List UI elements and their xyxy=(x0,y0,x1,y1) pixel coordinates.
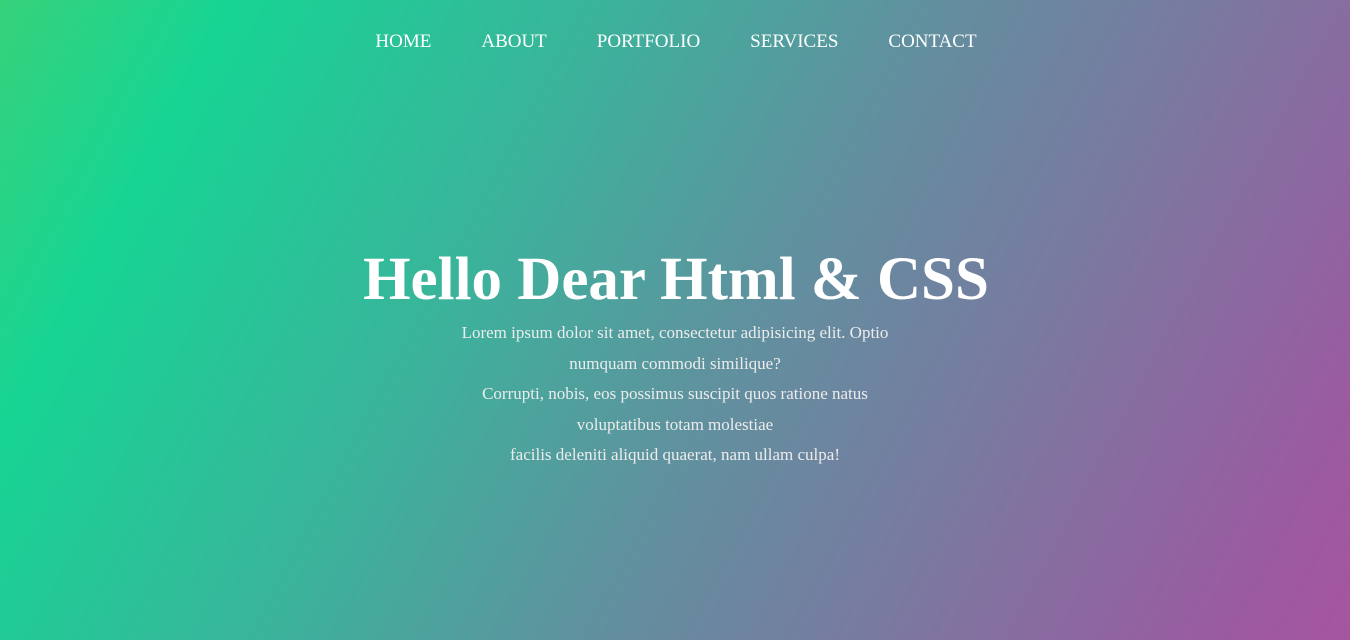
nav-item-services[interactable]: SERVICES xyxy=(750,31,838,53)
hero-description-line: Corrupti, nobis, eos possimus suscipit q… xyxy=(482,384,868,403)
nav-item-contact[interactable]: CONTACT xyxy=(888,31,976,53)
hero-description-line: voluptatibus totam molestiae xyxy=(576,414,774,434)
hero-title: Hello Dear Html & CSS xyxy=(363,246,989,313)
nav-item-portfolio[interactable]: PORTFOLIO xyxy=(597,31,700,53)
hero-description-line: Lorem ipsum dolor sit amet, consectetur … xyxy=(461,323,889,342)
nav-item-home[interactable]: HOME xyxy=(375,31,431,53)
nav-item-about[interactable]: ABOUT xyxy=(481,31,546,53)
hero-section: Hello Dear Html & CSS Lorem ipsum dolor … xyxy=(0,246,1350,471)
hero-description-line: facilis deleniti aliquid quaerat, nam ul… xyxy=(510,445,840,464)
main-nav: HOME ABOUT PORTFOLIO SERVICES CONTACT xyxy=(0,31,1350,53)
hero-description-line: numquam commodi similique? xyxy=(569,353,781,373)
hero-description: Lorem ipsum dolor sit amet, consectetur … xyxy=(440,318,910,471)
